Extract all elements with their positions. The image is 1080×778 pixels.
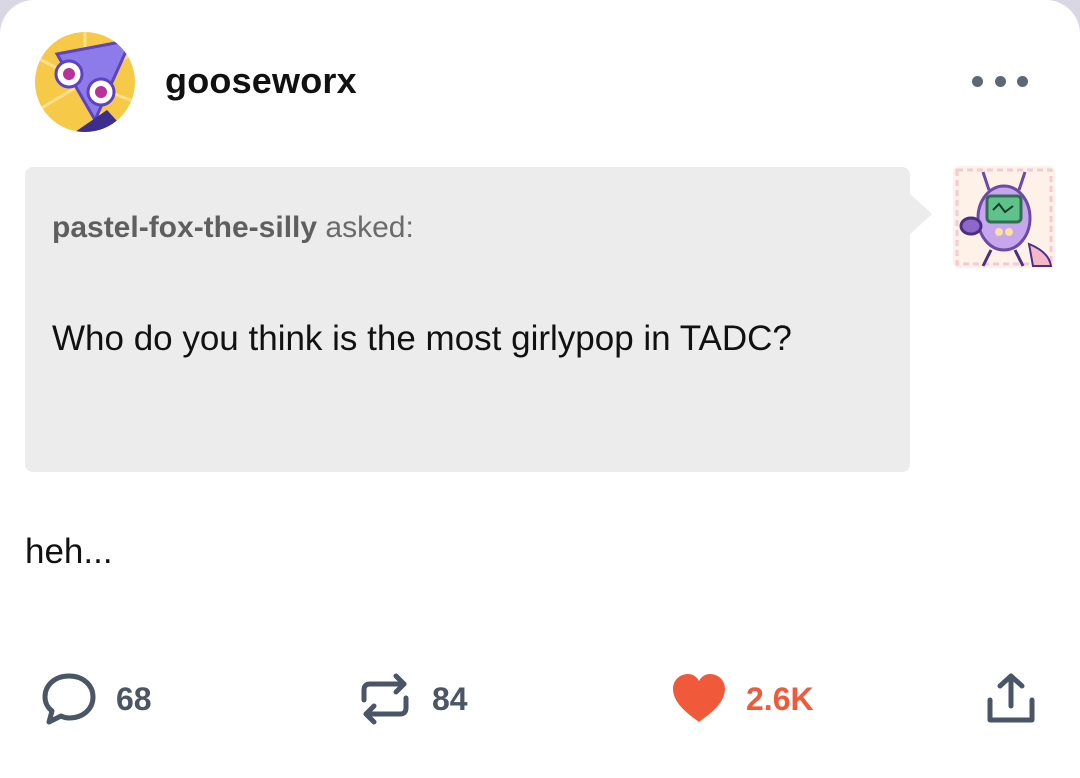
heart-icon [673, 674, 725, 722]
asked-label: asked: [325, 211, 414, 244]
post-card: gooseworx pastel-fox-the-silly asked: Wh… [0, 0, 1080, 778]
ask-question: Who do you think is the most girlypop in… [52, 319, 792, 358]
like-button[interactable]: 2.6K [670, 670, 814, 728]
poster-avatar-image [35, 32, 135, 132]
reblog-count: 84 [432, 680, 468, 717]
ask-bubble-tail [908, 192, 932, 236]
ask-box: pastel-fox-the-silly asked: Who do you t… [25, 167, 910, 472]
share-icon [987, 673, 1035, 723]
more-options-icon[interactable] [972, 66, 1028, 96]
asker-username[interactable]: pastel-fox-the-silly [52, 211, 317, 244]
reblog-icon [361, 673, 409, 725]
asker-avatar-image [953, 166, 1055, 268]
poster-username[interactable]: gooseworx [165, 60, 357, 102]
reblog-button[interactable]: 84 [356, 670, 468, 728]
asker-line: pastel-fox-the-silly asked: [52, 211, 414, 245]
share-button[interactable] [982, 670, 1040, 728]
reply-bubble-icon [42, 673, 96, 725]
reply-count: 68 [116, 680, 152, 717]
reply-button[interactable]: 68 [40, 670, 152, 728]
answer-text: heh... [25, 532, 113, 571]
asker-avatar[interactable] [953, 166, 1055, 268]
poster-avatar[interactable] [35, 32, 135, 132]
like-count: 2.6K [746, 680, 814, 717]
